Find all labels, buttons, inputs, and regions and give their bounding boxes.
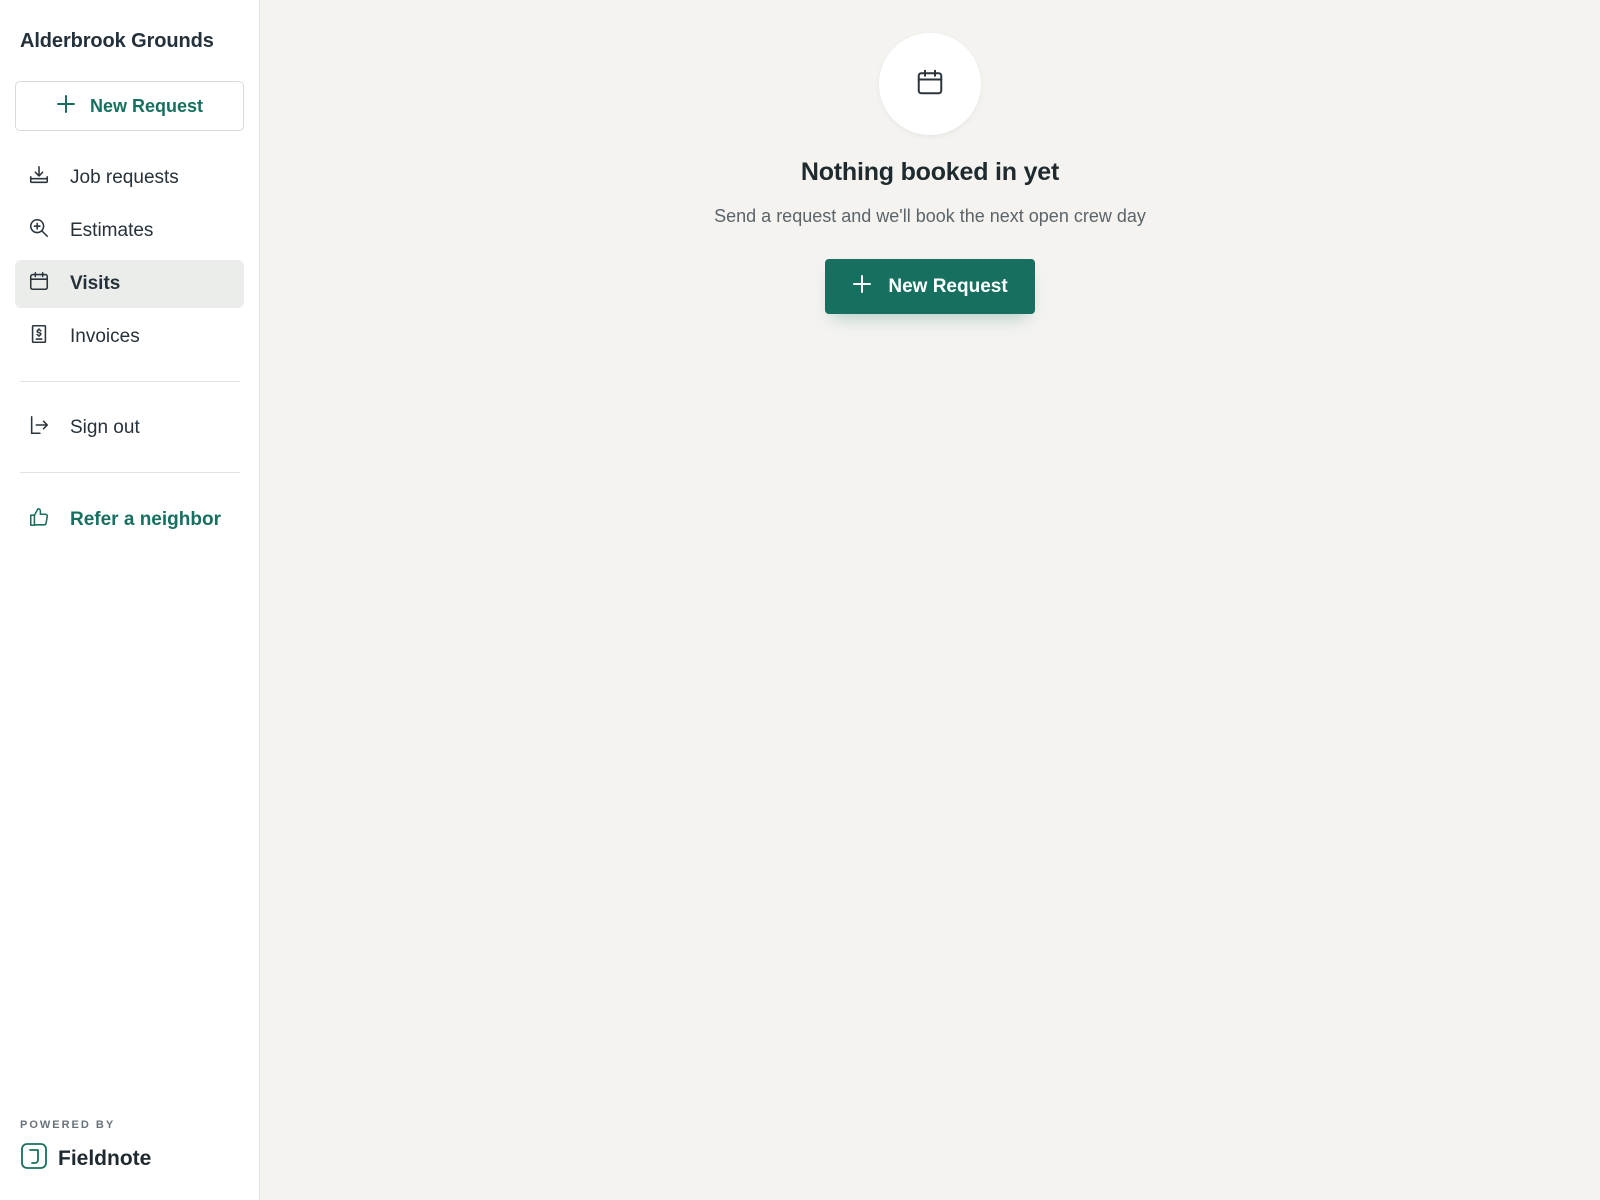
sidebar-item-visits[interactable]: Visits [15,260,244,308]
sidebar-item-job-requests[interactable]: Job requests [15,154,244,202]
sidebar-item-label: Visits [70,273,121,294]
inbox-download-icon [28,164,50,192]
sidebar-item-label: Invoices [70,326,140,347]
sidebar-item-label: Job requests [70,167,179,188]
sign-out-icon [28,414,50,442]
plus-icon [852,274,872,300]
sidebar-divider [20,472,240,473]
calendar-icon [915,67,945,102]
sign-out-button[interactable]: Sign out [15,404,244,452]
sidebar-item-label: Estimates [70,220,154,241]
sidebar-item-estimates[interactable]: Estimates [15,207,244,255]
sidebar-divider [20,381,240,382]
receipt-dollar-icon [28,323,50,351]
refer-neighbor-label: Refer a neighbor [70,509,221,530]
magnify-plus-icon [28,217,50,245]
app-root: Alderbrook Grounds New Request Job reque… [0,0,1600,1200]
thumbs-up-icon [28,506,50,534]
sidebar-new-request-button[interactable]: New Request [15,81,244,131]
brand-name: Alderbrook Grounds [20,30,214,52]
plus-icon [56,94,76,119]
powered-by-label: POWERED BY [20,1119,116,1131]
fieldnote-logo-icon [20,1142,48,1176]
new-request-button[interactable]: New Request [825,259,1035,314]
calendar-icon [28,270,50,298]
sidebar-item-invoices[interactable]: Invoices [15,313,244,361]
refer-section: Refer a neighbor [15,496,244,549]
fieldnote-brand-name: Fieldnote [58,1147,152,1170]
main-content: Nothing booked in yet Send a request and… [260,0,1600,1200]
empty-state-title: Nothing booked in yet [800,158,1060,186]
sidebar-new-request-label: New Request [89,95,204,116]
empty-state-subtitle: Send a request and we'll book the next o… [714,206,1146,226]
sidebar: Alderbrook Grounds New Request Job reque… [0,0,260,1200]
empty-state-icon-circle [879,33,981,135]
sign-out-section: Sign out [15,404,244,457]
powered-by-logo: Fieldnote [20,1142,151,1176]
refer-neighbor-link[interactable]: Refer a neighbor [15,496,244,544]
sign-out-label: Sign out [70,417,140,438]
sidebar-nav: Job requests Estimates Visits Invoices [15,154,244,366]
new-request-label: New Request [888,275,1008,297]
